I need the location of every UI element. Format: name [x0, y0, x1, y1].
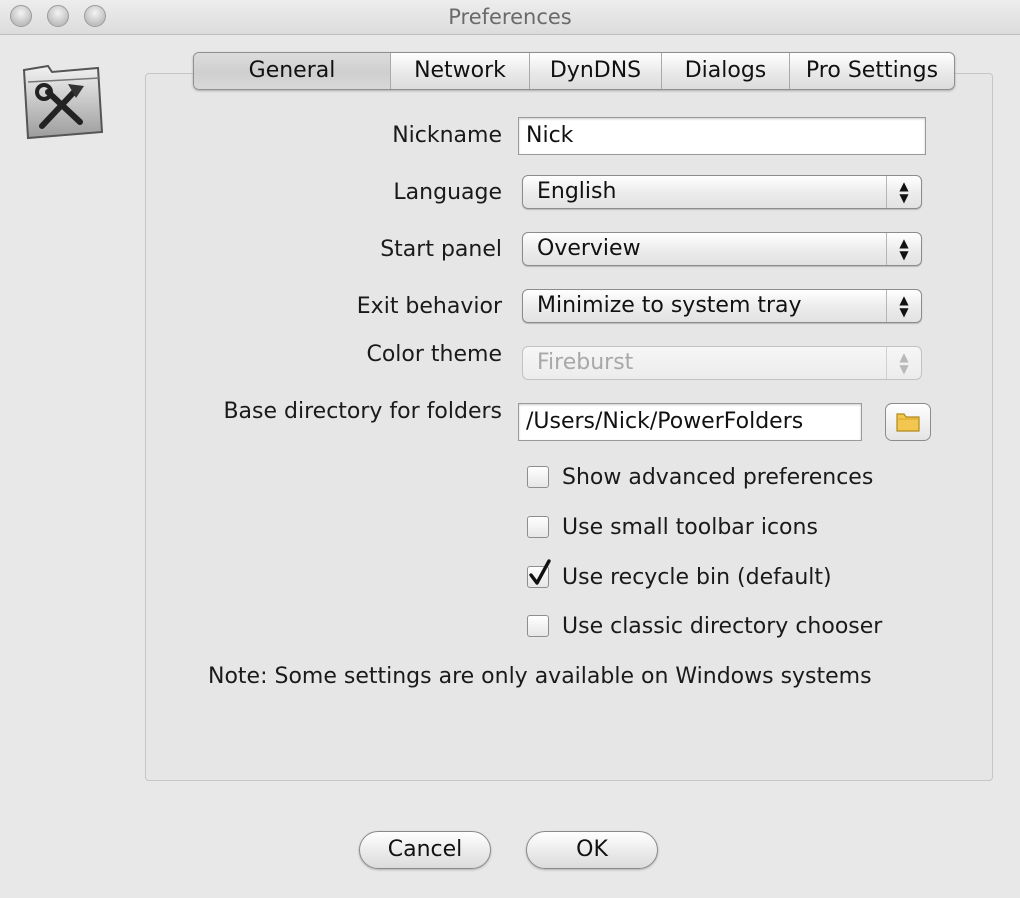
base-directory-field[interactable]: /Users/Nick/PowerFolders — [518, 403, 862, 441]
start-panel-select[interactable]: Overview ▲ ▼ — [522, 232, 922, 266]
tab-network[interactable]: Network — [390, 53, 529, 89]
exit-behavior-value: Minimize to system tray — [537, 293, 802, 318]
up-down-arrows-icon: ▲ ▼ — [886, 290, 921, 322]
cancel-button[interactable]: Cancel — [359, 831, 491, 869]
nickname-label: Nickname — [392, 123, 502, 148]
use-recycle-bin-label: Use recycle bin (default) — [562, 564, 832, 590]
start-panel-label: Start panel — [380, 237, 502, 262]
exit-behavior-select[interactable]: Minimize to system tray ▲ ▼ — [522, 289, 922, 323]
use-small-toolbar-icons-label: Use small toolbar icons — [562, 514, 818, 540]
checkmark-icon — [529, 559, 551, 585]
color-theme-label: Color theme — [366, 342, 502, 367]
color-theme-value: Fireburst — [537, 350, 634, 375]
use-classic-directory-chooser-label: Use classic directory chooser — [562, 613, 883, 639]
use-small-toolbar-icons-row[interactable]: Use small toolbar icons — [527, 513, 818, 541]
language-label: Language — [393, 180, 502, 205]
tab-bar: General Network DynDNS Dialogs Pro Setti… — [193, 52, 955, 90]
tools-folder-icon — [18, 58, 106, 140]
tab-general[interactable]: General — [194, 53, 390, 89]
up-down-arrows-icon: ▲ ▼ — [886, 176, 921, 208]
show-advanced-preferences-row[interactable]: Show advanced preferences — [527, 463, 873, 491]
use-recycle-bin-row[interactable]: Use recycle bin (default) — [527, 559, 832, 591]
language-select[interactable]: English ▲ ▼ — [522, 175, 922, 209]
up-down-arrows-icon: ▲ ▼ — [886, 233, 921, 265]
ok-button[interactable]: OK — [526, 831, 658, 869]
tab-dialogs[interactable]: Dialogs — [661, 53, 789, 89]
base-directory-label: Base directory for folders — [223, 399, 502, 424]
use-recycle-bin-checkbox[interactable] — [527, 559, 551, 588]
exit-behavior-label: Exit behavior — [356, 294, 502, 319]
window-title: Preferences — [448, 5, 572, 29]
up-down-arrows-icon: ▲ ▼ — [886, 347, 921, 379]
windows-only-note: Note: Some settings are only available o… — [208, 664, 872, 689]
browse-folder-button[interactable] — [885, 403, 931, 441]
nickname-field[interactable]: Nick — [518, 117, 926, 155]
title-bar: Preferences — [0, 0, 1020, 35]
start-panel-value: Overview — [537, 236, 641, 261]
tab-dyndns[interactable]: DynDNS — [529, 53, 661, 89]
folder-icon — [896, 413, 920, 432]
tab-pro-settings[interactable]: Pro Settings — [789, 53, 954, 89]
use-small-toolbar-icons-checkbox[interactable] — [527, 516, 549, 538]
use-classic-directory-chooser-checkbox[interactable] — [527, 615, 549, 637]
show-advanced-preferences-checkbox[interactable] — [527, 466, 549, 488]
use-classic-directory-chooser-row[interactable]: Use classic directory chooser — [527, 612, 882, 640]
show-advanced-preferences-label: Show advanced preferences — [562, 464, 874, 490]
language-value: English — [537, 179, 617, 204]
color-theme-select: Fireburst ▲ ▼ — [522, 346, 922, 380]
